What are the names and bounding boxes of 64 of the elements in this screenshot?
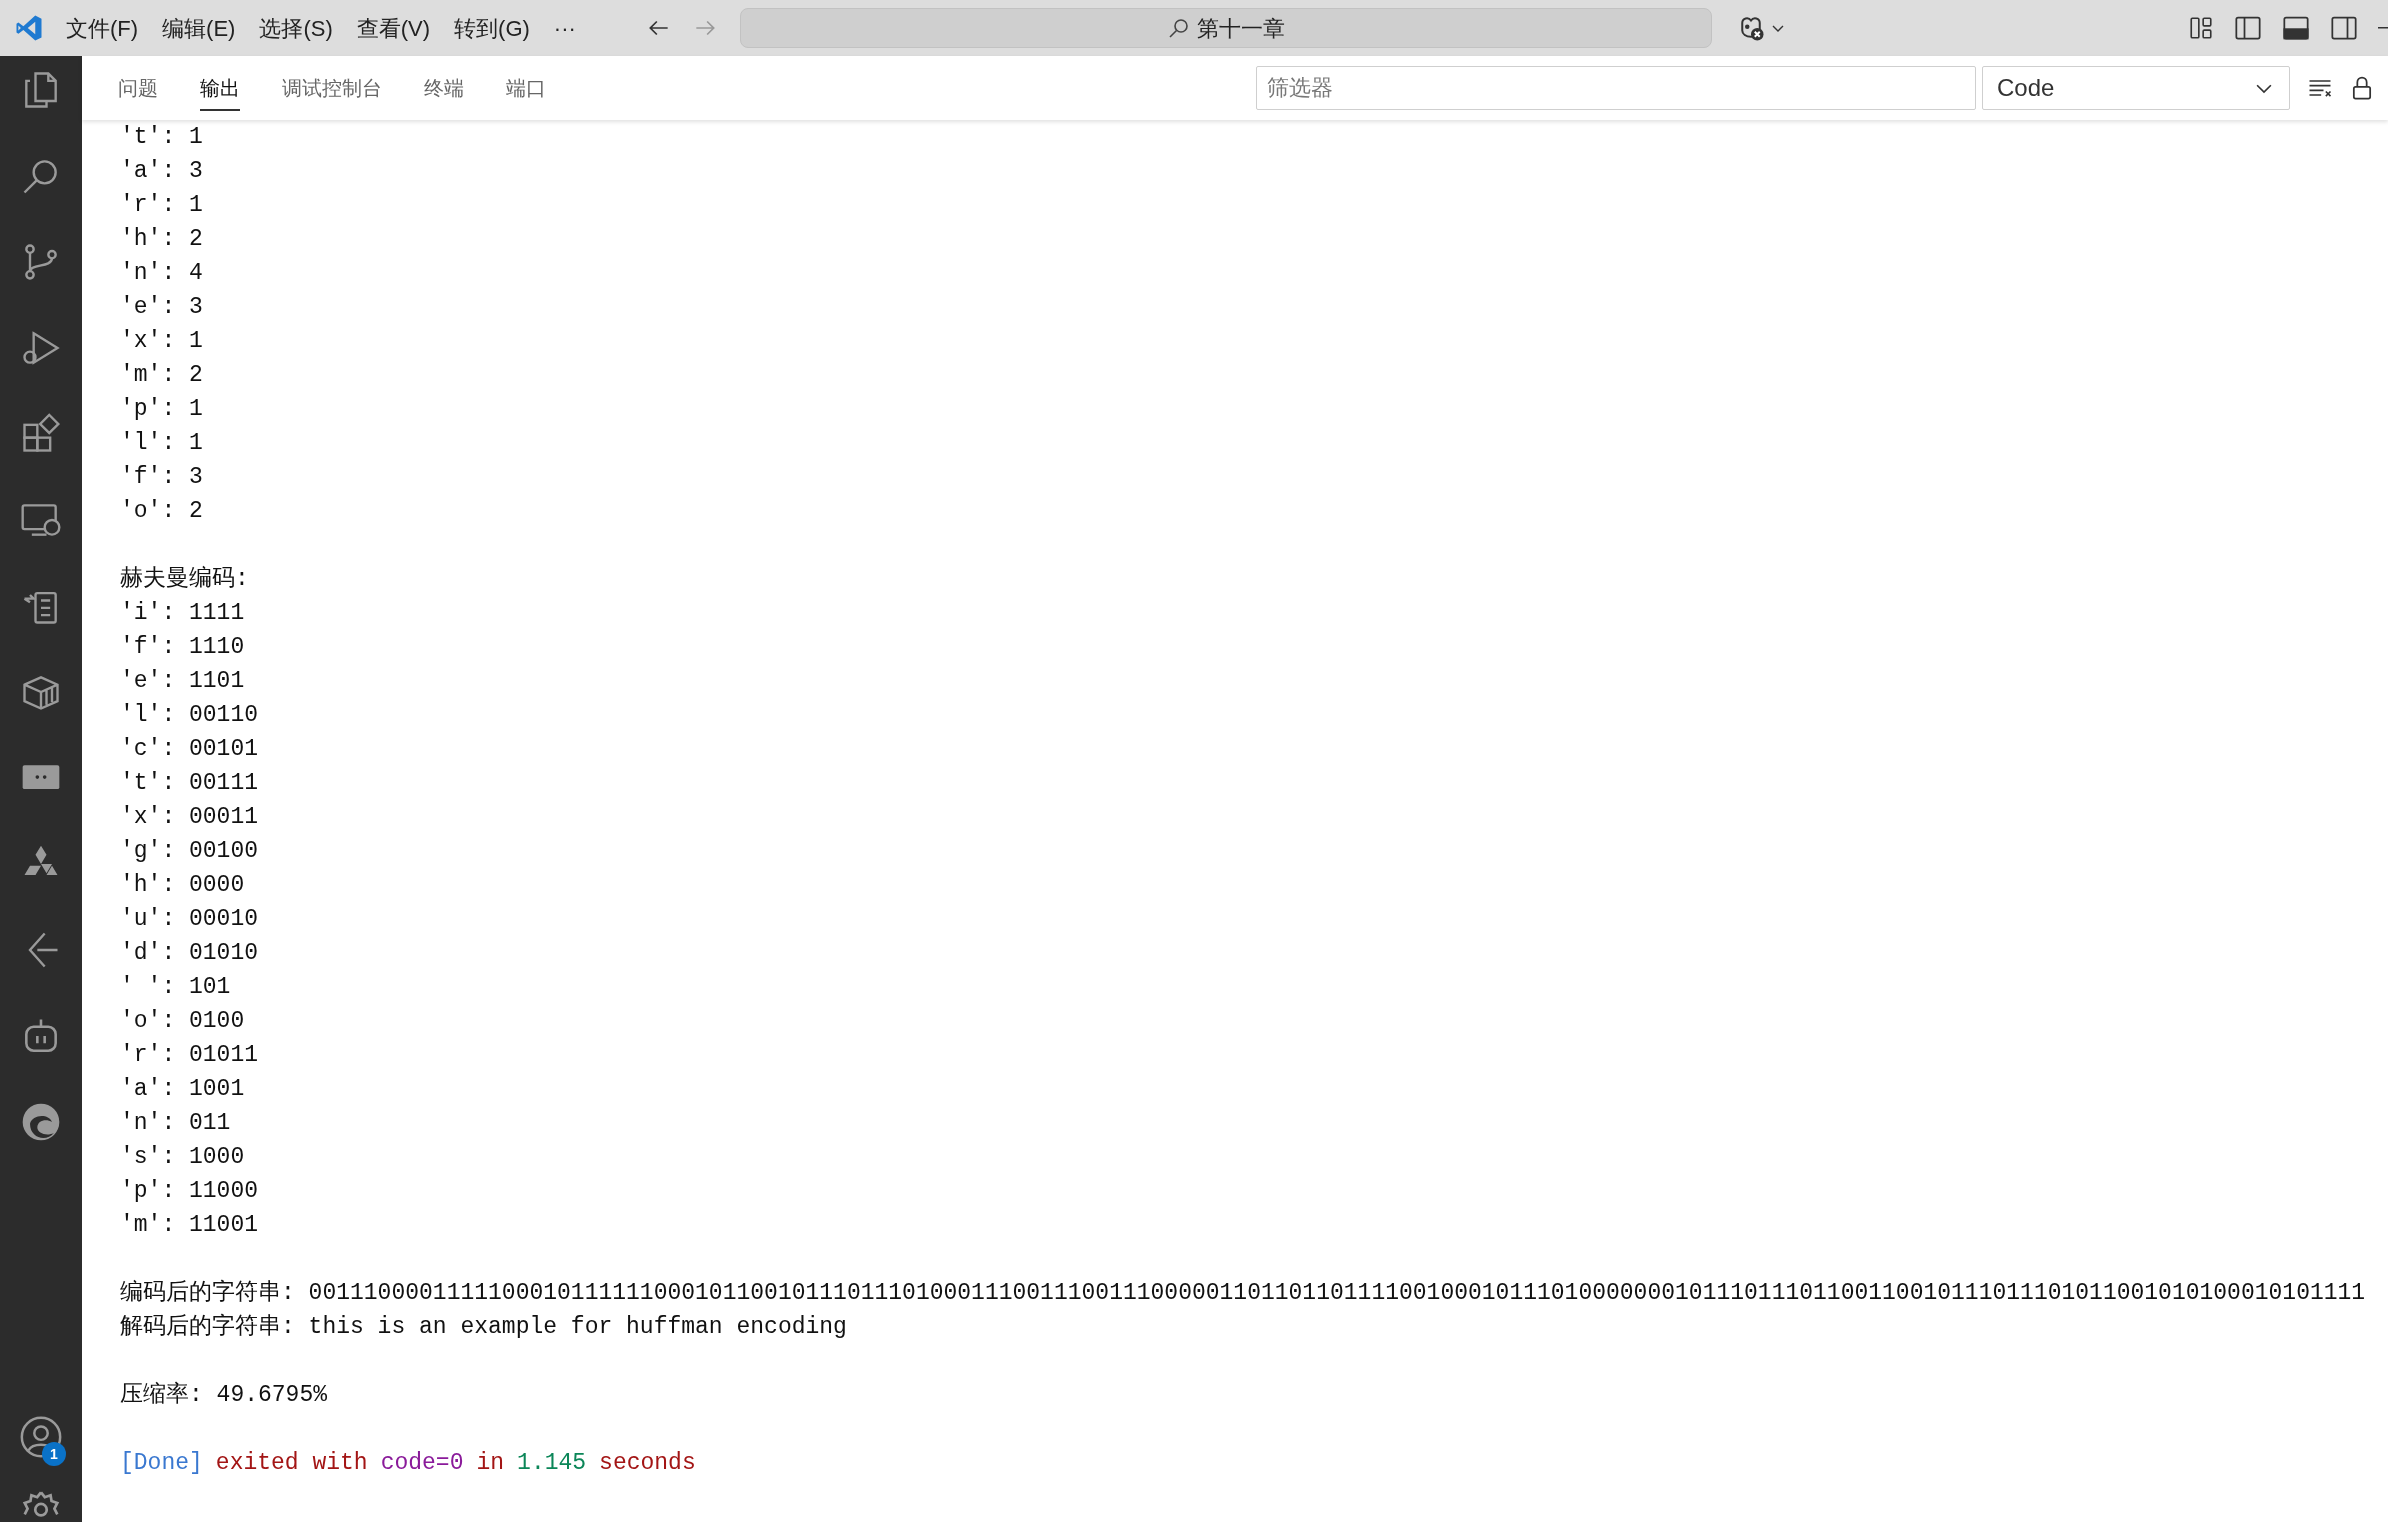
output-line: 'f': 3 [120,463,203,492]
search-text: 第十一章 [1196,14,1285,43]
status-tag: [Done] [120,1446,203,1480]
output-line: 'm': 2 [120,361,203,390]
menu-item[interactable]: 转到(G) [446,11,538,45]
output-line: 'e': 3 [120,293,203,322]
output-line: 'c': 00101 [120,735,259,764]
output-line: 'l': 00110 [120,701,259,730]
toggle-secondary-sidebar-icon[interactable] [2330,14,2358,42]
output-line: 'u': 00010 [120,905,259,934]
notification-badge: 1 [42,1442,66,1466]
panel-tab[interactable]: 输出 [200,65,240,111]
app-logo-icon[interactable] [14,13,44,43]
output-line: 'o': 2 [120,497,203,526]
menu-item[interactable]: 文件(F) [58,11,147,45]
output-line: 'x': 1 [120,327,203,356]
output-line: 'r': 01011 [120,1041,259,1070]
panel-tab[interactable]: 调试控制台 [282,65,382,111]
output-line: 'm': 11001 [120,1211,259,1240]
panel-tab[interactable]: 问题 [118,65,158,111]
customize-layout-icon[interactable] [2188,15,2214,41]
menu-item[interactable]: 查看(V) [348,11,439,45]
panel-tab[interactable]: 终端 [424,65,464,111]
output-line: 't': 1 [120,123,203,152]
output-line: 'f': 1110 [120,633,245,662]
output-line: 'd': 01010 [120,939,259,968]
output-line: 'n': 011 [120,1109,231,1138]
menu-item[interactable]: 选择(S) [251,11,341,45]
output-line: 'l': 1 [120,429,203,458]
minimize-icon[interactable] [2378,26,2388,30]
output-line: 解码后的字符串: this is an example for huffman encoding [120,1312,847,1342]
output-line: 'a': 1001 [120,1075,245,1104]
output-line: 'e': 1101 [120,667,245,696]
output-text: seconds [599,1449,696,1478]
output-text: in [476,1449,505,1478]
channel-dropdown[interactable]: Code [1982,66,2290,110]
menu-item[interactable]: 编辑(E) [154,11,244,45]
output-line: 'x': 00011 [120,803,259,832]
toggle-sidebar-icon[interactable] [2234,14,2262,42]
output-line: 'r': 1 [120,191,203,220]
filter-field[interactable]: 筛选器 [1256,66,1976,110]
output-line: 'o': 0100 [120,1007,245,1036]
output-line: 'i': 1111 [120,599,245,628]
output-line: 'a': 3 [120,157,203,186]
exit-code-text: code=0 [380,1449,464,1478]
output-text: exited with [215,1449,368,1478]
panel-tab[interactable]: 端口 [506,65,546,111]
output-line: 'p': 1 [120,395,203,424]
output-line: 'g': 00100 [120,837,259,866]
duration-text: 1.145 [517,1449,587,1478]
output-line: 'h': 2 [120,225,203,254]
output-line: 编码后的字符串: 00111000011111000101111110001011001011101110100011100111001110000011011011011110010001011101000000010111011101100110010111011101011001010100010101111 [120,1278,2366,1308]
output-line: 赫夫曼编码: [120,565,249,594]
output-line: 'h': 0000 [120,871,245,900]
account-icon[interactable] [18,1414,64,1460]
toggle-panel-icon[interactable] [2282,14,2310,42]
output-line: 'p': 11000 [120,1177,259,1206]
output-line: 's': 1000 [120,1143,245,1172]
command-search-field[interactable]: 第十一章 [739,8,1712,48]
output-line: 压缩率: 49.6795% [120,1381,328,1410]
menu-item[interactable]: ··· [545,11,584,45]
output-line: ' ': 101 [120,973,231,1002]
output-line: 't': 00111 [120,769,259,798]
output-line: 'n': 4 [120,259,203,288]
